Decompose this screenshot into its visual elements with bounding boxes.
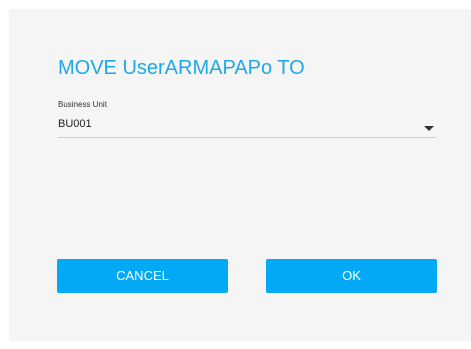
business-unit-label: Business Unit: [58, 100, 107, 109]
cancel-button[interactable]: CANCEL: [57, 259, 228, 293]
business-unit-select[interactable]: BU001: [58, 115, 436, 138]
dialog-title: MOVE UserARMAPAPo TO: [58, 57, 305, 79]
business-unit-value: BU001: [58, 118, 92, 130]
chevron-down-icon[interactable]: [424, 126, 434, 131]
move-user-dialog: MOVE UserARMAPAPo TO Business Unit BU001…: [9, 9, 471, 341]
ok-button[interactable]: OK: [266, 259, 437, 293]
